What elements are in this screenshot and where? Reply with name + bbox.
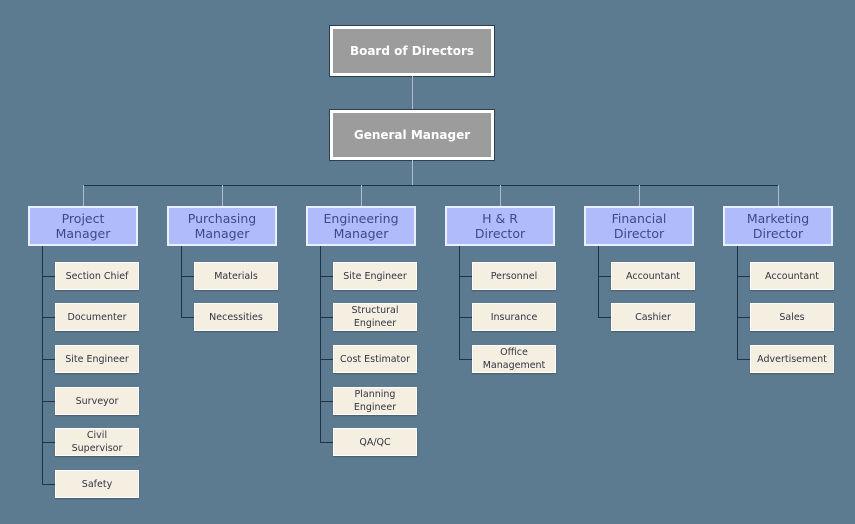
child-branch-line <box>42 484 55 485</box>
role-node[interactable]: Materials <box>194 262 278 290</box>
role-label: Surveyor <box>75 395 119 407</box>
general-manager-node[interactable]: General Manager <box>329 109 495 161</box>
role-label: Accountant <box>765 270 819 282</box>
child-branch-line <box>320 276 333 277</box>
department-label: H & R Director <box>474 211 526 241</box>
department-label: Project Manager <box>55 211 111 241</box>
child-branch-line <box>598 276 611 277</box>
department-node[interactable]: Project Manager <box>28 206 138 246</box>
role-node[interactable]: Accountant <box>611 262 695 290</box>
department-drop-line <box>83 185 84 206</box>
role-label: Planning Engineer <box>353 389 397 413</box>
role-node[interactable]: Personnel <box>472 262 556 290</box>
child-trunk-line <box>459 246 460 359</box>
role-node[interactable]: Structural Engineer <box>333 303 417 331</box>
department-node[interactable]: Financial Director <box>584 206 694 246</box>
department-node[interactable]: Engineering Manager <box>306 206 416 246</box>
role-label: Sales <box>779 311 805 323</box>
child-branch-line <box>42 359 55 360</box>
role-label: QA/QC <box>359 436 391 448</box>
board-of-directors-node[interactable]: Board of Directors <box>329 25 495 77</box>
child-branch-line <box>320 442 333 443</box>
child-branch-line <box>320 359 333 360</box>
department-label: Engineering Manager <box>323 211 399 241</box>
role-node[interactable]: Documenter <box>55 303 139 331</box>
role-node[interactable]: Safety <box>55 470 139 498</box>
role-node[interactable]: Cashier <box>611 303 695 331</box>
node-label: General Manager <box>353 128 471 142</box>
department-drop-line <box>778 185 779 206</box>
child-trunk-line <box>42 246 43 484</box>
child-branch-line <box>459 317 472 318</box>
department-drop-line <box>500 185 501 206</box>
node-label: Board of Directors <box>349 44 475 58</box>
child-branch-line <box>42 276 55 277</box>
role-node[interactable]: Sales <box>750 303 834 331</box>
role-label: Office Management <box>482 347 546 371</box>
role-label: Accountant <box>626 270 680 282</box>
role-label: Materials <box>214 270 258 282</box>
role-label: Section Chief <box>65 270 129 282</box>
child-branch-line <box>737 317 750 318</box>
child-branch-line <box>320 401 333 402</box>
role-node[interactable]: Necessities <box>194 303 278 331</box>
child-branch-line <box>320 317 333 318</box>
department-node[interactable]: H & R Director <box>445 206 555 246</box>
child-branch-line <box>598 317 611 318</box>
role-node[interactable]: Site Engineer <box>55 345 139 373</box>
child-branch-line <box>181 276 194 277</box>
role-label: Structural Engineer <box>351 305 399 329</box>
role-node[interactable]: Insurance <box>472 303 556 331</box>
role-label: Cashier <box>635 311 671 323</box>
role-label: Personnel <box>490 270 538 282</box>
child-trunk-line <box>598 246 599 317</box>
child-branch-line <box>42 317 55 318</box>
role-label: Insurance <box>490 311 538 323</box>
role-label: Documenter <box>67 311 127 323</box>
department-node[interactable]: Purchasing Manager <box>167 206 277 246</box>
role-label: Necessities <box>209 311 263 323</box>
role-label: Site Engineer <box>65 353 129 365</box>
role-label: Site Engineer <box>343 270 407 282</box>
child-branch-line <box>459 276 472 277</box>
child-branch-line <box>737 359 750 360</box>
role-node[interactable]: Office Management <box>472 345 556 373</box>
department-label: Financial Director <box>611 211 667 241</box>
connector-line <box>412 76 413 110</box>
child-branch-line <box>42 401 55 402</box>
role-label: Cost Estimator <box>340 353 410 365</box>
child-branch-line <box>737 276 750 277</box>
department-node[interactable]: Marketing Director <box>723 206 833 246</box>
role-node[interactable]: Cost Estimator <box>333 345 417 373</box>
role-node[interactable]: Accountant <box>750 262 834 290</box>
child-branch-line <box>459 359 472 360</box>
connector-line <box>412 160 413 185</box>
child-branch-line <box>181 317 194 318</box>
role-node[interactable]: Section Chief <box>55 262 139 290</box>
child-trunk-line <box>737 246 738 359</box>
role-node[interactable]: Civil Supervisor <box>55 428 139 456</box>
role-node[interactable]: Planning Engineer <box>333 387 417 415</box>
role-node[interactable]: QA/QC <box>333 428 417 456</box>
department-label: Purchasing Manager <box>187 211 257 241</box>
department-drop-line <box>639 185 640 206</box>
role-label: Advertisement <box>757 353 827 365</box>
role-node[interactable]: Site Engineer <box>333 262 417 290</box>
role-node[interactable]: Surveyor <box>55 387 139 415</box>
department-bus-line <box>83 185 778 186</box>
child-trunk-line <box>181 246 182 317</box>
child-branch-line <box>42 442 55 443</box>
department-drop-line <box>222 185 223 206</box>
department-drop-line <box>361 185 362 206</box>
department-label: Marketing Director <box>746 211 810 241</box>
role-label: Safety <box>81 478 113 490</box>
role-node[interactable]: Advertisement <box>750 345 834 373</box>
role-label: Civil Supervisor <box>71 430 123 454</box>
